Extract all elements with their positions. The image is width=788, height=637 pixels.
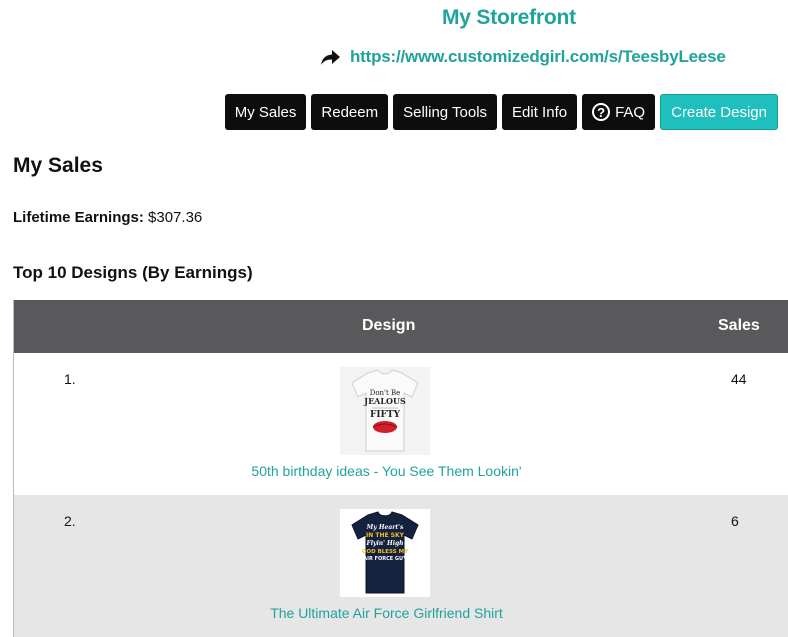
- question-circle-icon: ?: [592, 103, 611, 121]
- shirt-text-line: AIR FORCE GUY: [363, 556, 407, 562]
- navy-tshirt-image: My Heart's IN THE SKY Flyin' High GOD BL…: [351, 511, 419, 594]
- column-header-sales: Sales: [718, 317, 760, 334]
- shirt-text-line: My Heart's: [366, 524, 404, 531]
- design-thumbnail[interactable]: My Heart's IN THE SKY Flyin' High GOD BL…: [340, 509, 430, 597]
- page-title: My Storefront: [442, 6, 576, 29]
- table-row: 1. Don't Be JEALOUS FIFTY 44 50th birthd…: [14, 353, 788, 495]
- lifetime-earnings: Lifetime Earnings: $307.36: [13, 209, 202, 226]
- faq-label: FAQ: [615, 103, 646, 121]
- top-designs-table: Design Sales 1. Don't Be JEALOUS FIFTY 4…: [13, 300, 788, 637]
- section-title: My Sales: [13, 154, 103, 177]
- row-sales: 44: [731, 371, 747, 387]
- row-sales: 6: [731, 513, 739, 529]
- create-design-button[interactable]: Create Design: [660, 94, 778, 130]
- shirt-text-line: IN THE SKY: [366, 532, 405, 539]
- table-row: 2. My Heart's IN THE SKY Flyin' High GOD…: [14, 495, 788, 637]
- row-rank: 1.: [64, 371, 76, 387]
- storefront-header: My Storefront https://www.customizedgirl…: [0, 0, 788, 92]
- share-arrow-icon: [320, 47, 342, 67]
- store-url-link[interactable]: https://www.customizedgirl.com/s/TeesbyL…: [350, 47, 726, 67]
- faq-button[interactable]: ? FAQ: [582, 94, 656, 130]
- shirt-text-line: GOD BLESS MY: [362, 549, 409, 555]
- design-link[interactable]: 50th birthday ideas - You See Them Looki…: [14, 463, 759, 479]
- column-header-design: Design: [362, 317, 416, 334]
- lifetime-earnings-value: $307.36: [148, 209, 203, 226]
- my-sales-button[interactable]: My Sales: [224, 94, 307, 130]
- design-thumbnail[interactable]: Don't Be JEALOUS FIFTY: [340, 367, 430, 455]
- shirt-text-line: Flyin' High: [365, 540, 403, 547]
- shirt-text-line: JEALOUS: [363, 396, 406, 406]
- lifetime-earnings-label: Lifetime Earnings:: [13, 209, 144, 226]
- selling-tools-button[interactable]: Selling Tools: [393, 94, 498, 130]
- white-tshirt-image: Don't Be JEALOUS FIFTY: [351, 369, 419, 452]
- redeem-button[interactable]: Redeem: [311, 94, 389, 130]
- store-link[interactable]: https://www.customizedgirl.com/s/TeesbyL…: [320, 47, 726, 67]
- table-header: Design Sales: [14, 300, 788, 353]
- shirt-text-line: FIFTY: [370, 410, 401, 420]
- design-link[interactable]: The Ultimate Air Force Girlfriend Shirt: [14, 605, 759, 621]
- row-rank: 2.: [64, 513, 76, 529]
- nav-bar: My Sales Redeem Selling Tools Edit Info …: [224, 94, 778, 130]
- top-designs-title: Top 10 Designs (By Earnings): [13, 263, 253, 282]
- edit-info-button[interactable]: Edit Info: [502, 94, 578, 130]
